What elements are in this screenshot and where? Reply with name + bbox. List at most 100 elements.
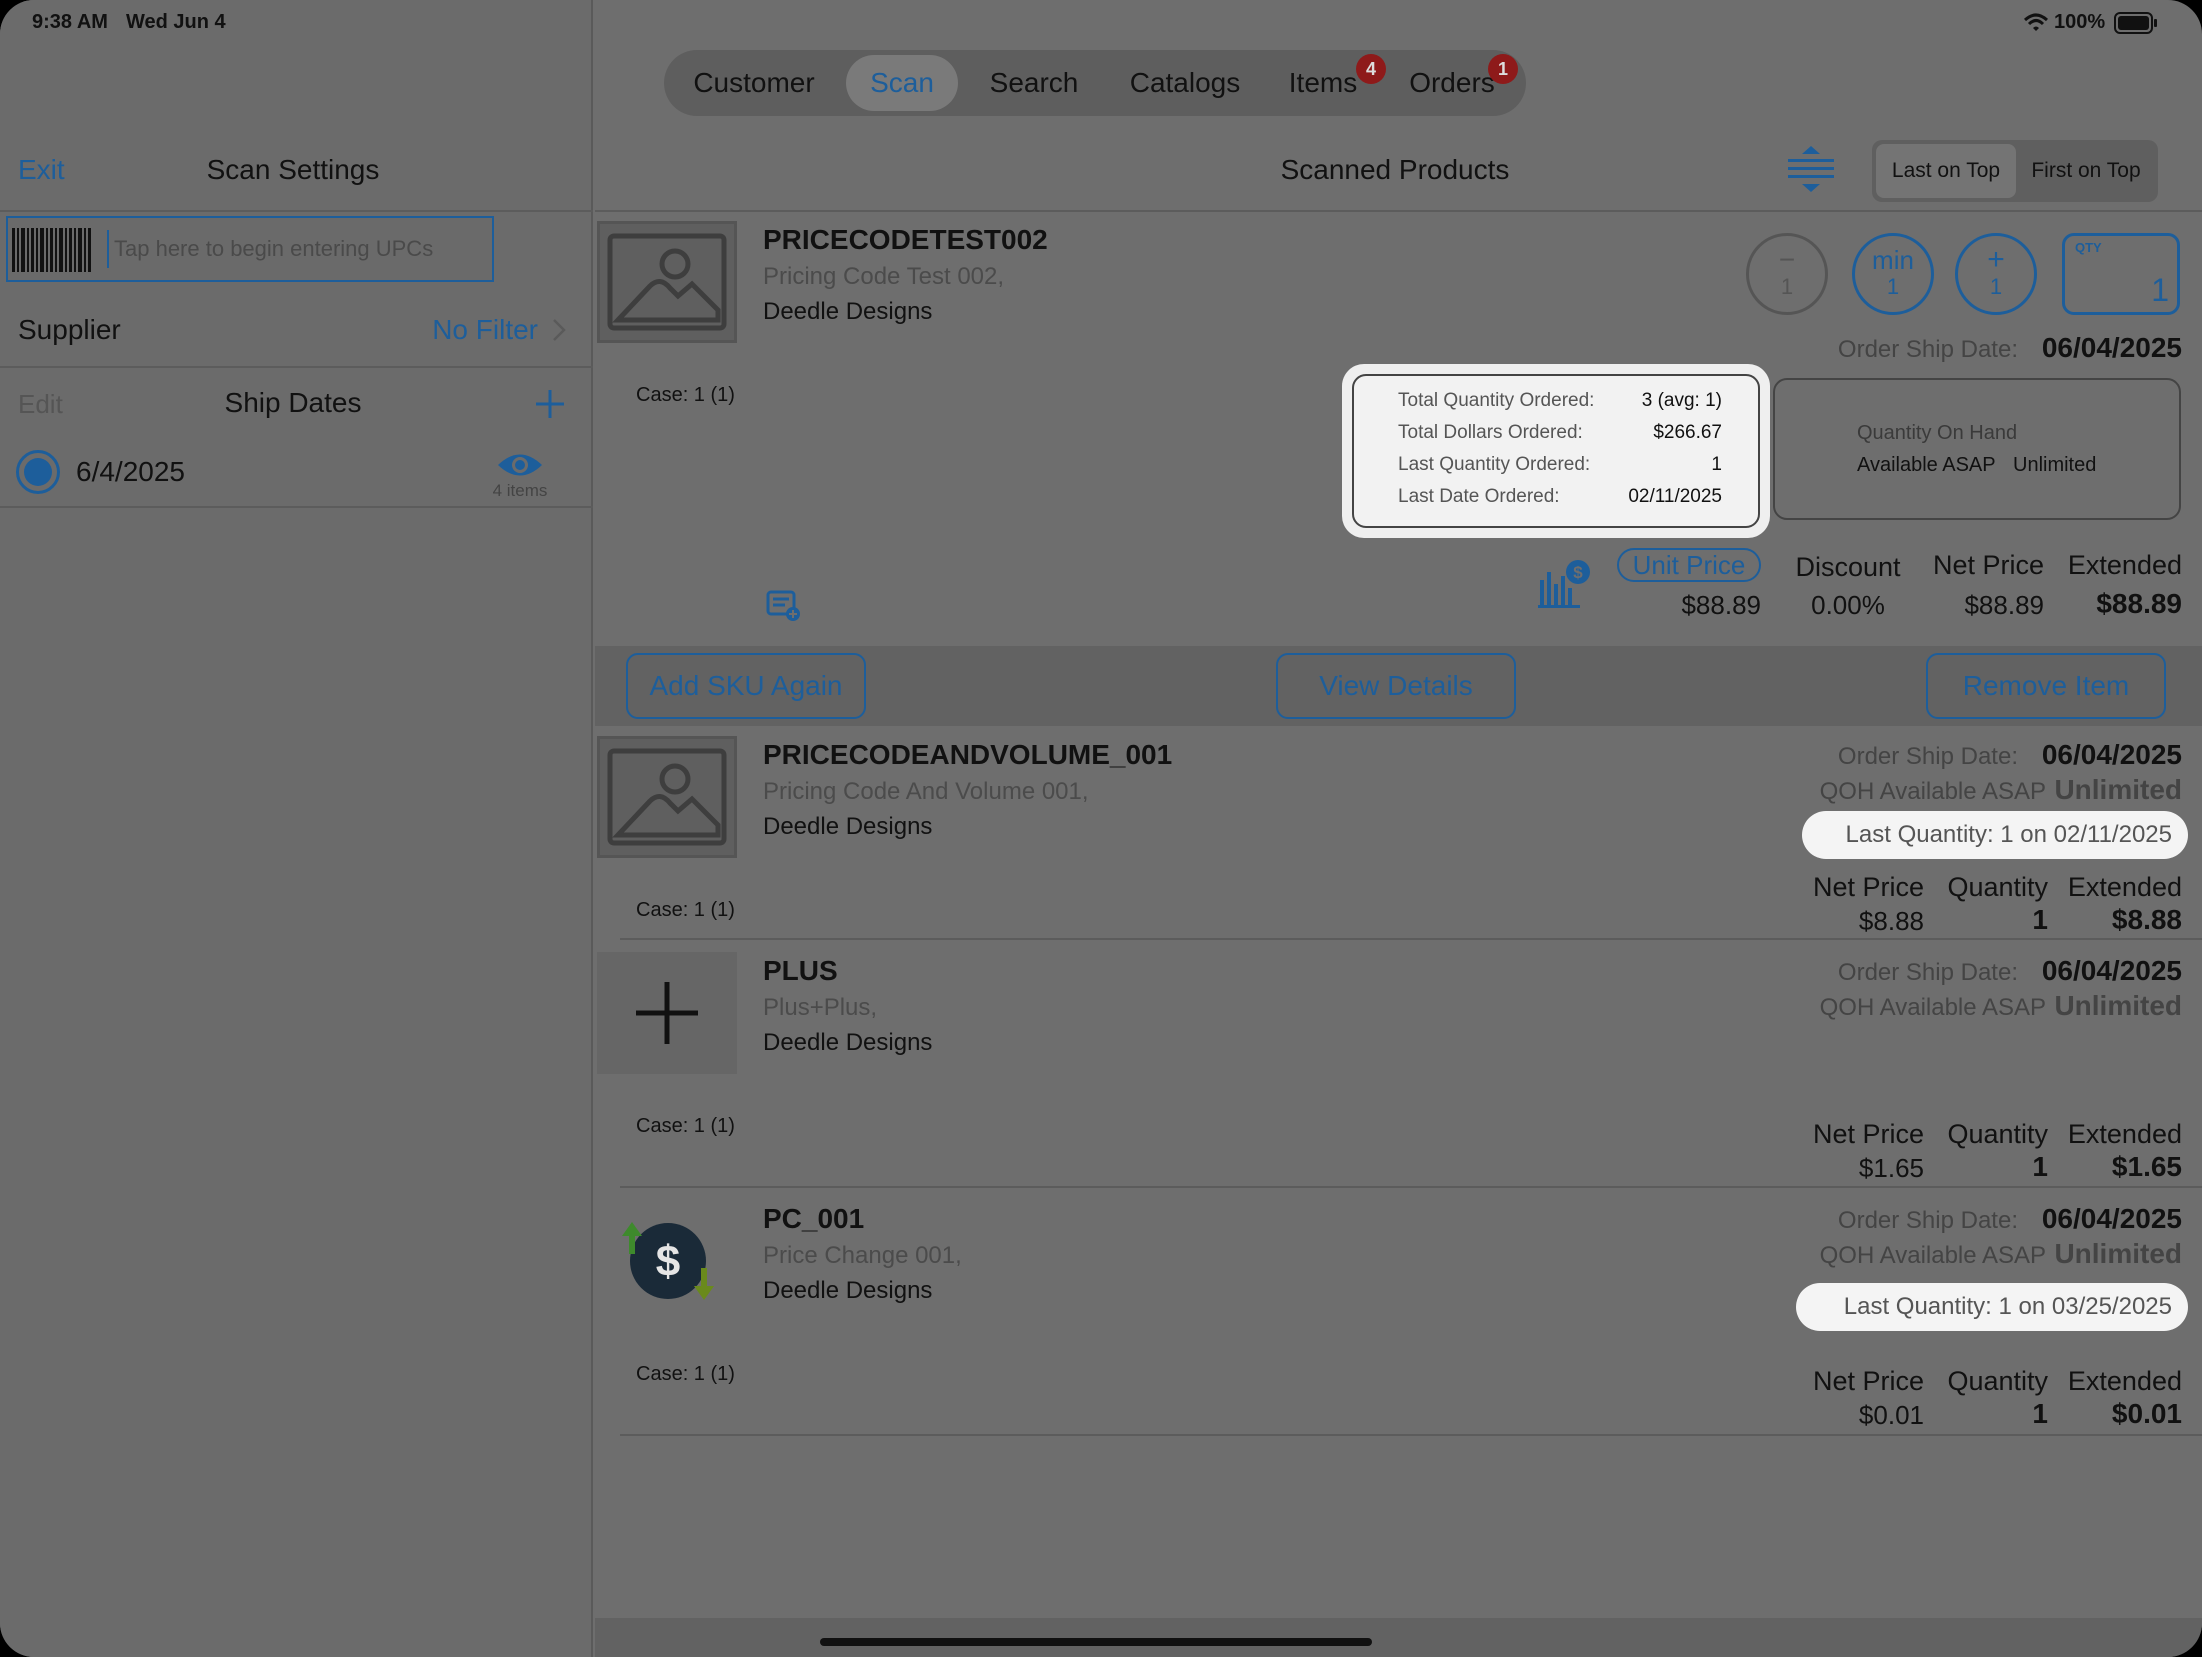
product-case: Case: 1 (1) — [636, 1363, 735, 1385]
order-ship-date-label: Order Ship Date: — [1837, 1207, 2018, 1234]
last-date-label: Last Date Ordered: — [1398, 486, 1560, 507]
quantity-label: Quantity — [1947, 1119, 2048, 1149]
order-ship-date: 06/04/2025 — [2041, 739, 2182, 770]
product-description: Price Change 001, — [763, 1242, 962, 1269]
ship-date-radio[interactable] — [16, 450, 60, 494]
ship-date-count: 4 items — [492, 481, 548, 500]
net-price-label: Net Price — [1932, 550, 2044, 580]
supplier-filter-button[interactable]: No Filter — [300, 314, 538, 346]
net-price-label: Net Price — [1812, 1119, 1924, 1149]
net-price-label: Net Price — [1812, 1366, 1924, 1396]
increment-button[interactable]: + 1 — [1955, 233, 2037, 315]
tab-search[interactable]: Search — [974, 50, 1094, 116]
unit-price-button[interactable]: Unit Price — [1617, 548, 1761, 582]
svg-text:$: $ — [1573, 563, 1583, 582]
order-ship-date-label: Order Ship Date: — [1837, 743, 2018, 770]
last-on-top-button[interactable]: Last on Top — [1876, 144, 2016, 198]
total-dollars-label: Total Dollars Ordered: — [1398, 422, 1583, 443]
decrement-button[interactable]: − 1 — [1746, 233, 1828, 315]
quantity-value: 1 — [2032, 1398, 2048, 1429]
ship-date-value[interactable]: 6/4/2025 — [76, 456, 185, 488]
product-sku[interactable]: PRICECODEANDVOLUME_001 — [763, 739, 1172, 771]
image-placeholder-icon — [607, 233, 727, 331]
extended-value: $0.01 — [2111, 1398, 2182, 1429]
image-placeholder-icon — [607, 748, 727, 846]
remove-item-button[interactable]: Remove Item — [1926, 653, 2166, 719]
eye-icon[interactable] — [496, 450, 544, 480]
product-supplier: Deedle Designs — [763, 298, 933, 325]
qoh-value: Unlimited — [2054, 774, 2182, 805]
items-badge: 4 — [1356, 54, 1386, 84]
extended-value: $8.88 — [2111, 904, 2182, 935]
order-ship-date: 06/04/2025 — [2041, 955, 2182, 986]
product-sku[interactable]: PC_001 — [763, 1203, 864, 1235]
text-cursor — [107, 230, 109, 268]
tab-catalogs[interactable]: Catalogs — [1116, 50, 1254, 116]
last-qty-label: Last Quantity Ordered: — [1398, 454, 1591, 475]
product-case: Case: 1 (1) — [636, 384, 735, 406]
add-sku-again-button[interactable]: Add SKU Again — [626, 653, 866, 719]
upc-placeholder: Tap here to begin entering UPCs — [114, 236, 434, 261]
ipad-screen: 9:38 AM Wed Jun 4 Exit Scan Settings Tap… — [0, 0, 2202, 1657]
product-sku: PRICECODETEST002 — [763, 224, 1048, 255]
tab-orders[interactable]: Orders — [1404, 50, 1500, 116]
net-price-value: $8.88 — [1858, 906, 1924, 936]
qoh-label: QOH Available ASAP — [1819, 994, 2046, 1021]
supplier-label: Supplier — [18, 314, 121, 345]
product-case: Case: 1 (1) — [636, 1115, 735, 1137]
status-time: 9:38 AM — [32, 11, 108, 33]
plus-icon — [636, 982, 698, 1044]
scan-settings-title: Scan Settings — [206, 154, 380, 185]
quantity-on-hand-box: Quantity On Hand Available ASAP Unlimite… — [1773, 378, 2181, 520]
first-on-top-button[interactable]: First on Top — [2018, 144, 2154, 198]
extended-label: Extended — [2067, 550, 2182, 580]
last-quantity-pill: Last Quantity: 1 on 03/25/2025 — [1796, 1283, 2188, 1331]
battery-icon — [2114, 12, 2157, 34]
last-qty-value: 1 — [1711, 454, 1722, 475]
product-image-placeholder — [597, 221, 737, 343]
tab-scan[interactable]: Scan — [846, 55, 958, 111]
qoh-available: Available ASAP — [1857, 454, 1996, 476]
add-note-icon[interactable] — [766, 590, 802, 622]
main-tabs: Customer Scan Search Catalogs Items Orde… — [664, 50, 1526, 116]
product-sku[interactable]: PLUS — [763, 955, 838, 987]
extended-label: Extended — [2067, 872, 2182, 902]
quantity-label: Quantity — [1947, 1366, 2048, 1396]
qoh-value: Unlimited — [2054, 1238, 2182, 1269]
svg-text:$: $ — [656, 1237, 680, 1286]
product-image-placeholder — [597, 736, 737, 858]
view-details-button[interactable]: View Details — [1276, 653, 1516, 719]
discount-value: 0.00% — [1811, 590, 1885, 620]
orders-badge: 1 — [1488, 54, 1518, 84]
min-button[interactable]: min 1 — [1852, 233, 1934, 315]
quantity-value: 1 — [2032, 1151, 2048, 1182]
unit-price-value: $88.89 — [1681, 590, 1761, 620]
ship-dates-title: Ship Dates — [224, 387, 362, 418]
extended-label: Extended — [2067, 1366, 2182, 1396]
home-indicator[interactable] — [820, 1638, 1372, 1646]
quantity-field[interactable]: QTY 1 — [2062, 233, 2180, 315]
wifi-icon — [2023, 13, 2049, 31]
extended-value: $1.65 — [2111, 1151, 2182, 1182]
quantity-label: Quantity — [1947, 872, 2048, 902]
total-qty-label: Total Quantity Ordered: — [1398, 390, 1595, 411]
barcode-icon — [12, 228, 91, 272]
expand-collapse-icon[interactable] — [1786, 146, 1836, 192]
order-history-popup: Total Quantity Ordered: 3 (avg: 1) Total… — [1342, 364, 1770, 538]
price-history-icon[interactable]: $ — [1538, 558, 1594, 608]
add-ship-date-icon[interactable] — [534, 388, 566, 420]
last-date-value: 02/11/2025 — [1628, 486, 1722, 507]
tab-customer[interactable]: Customer — [684, 50, 824, 116]
discount-label: Discount — [1795, 552, 1901, 582]
product-description: Pricing Code Test 002, — [763, 263, 1005, 290]
last-quantity-pill: Last Quantity: 1 on 02/11/2025 — [1802, 811, 2188, 859]
total-qty-value: 3 (avg: 1) — [1641, 390, 1722, 411]
quantity-value: 1 — [2032, 904, 2048, 935]
price-change-icon: $ — [622, 1222, 714, 1300]
tab-items[interactable]: Items — [1276, 50, 1370, 116]
scan-settings-panel: 9:38 AM Wed Jun 4 Exit Scan Settings Tap… — [0, 0, 593, 1657]
net-price-value: $1.65 — [1858, 1153, 1924, 1183]
upc-input[interactable]: Tap here to begin entering UPCs — [6, 216, 494, 282]
product-supplier: Deedle Designs — [763, 813, 933, 840]
chevron-right-icon — [553, 319, 566, 341]
